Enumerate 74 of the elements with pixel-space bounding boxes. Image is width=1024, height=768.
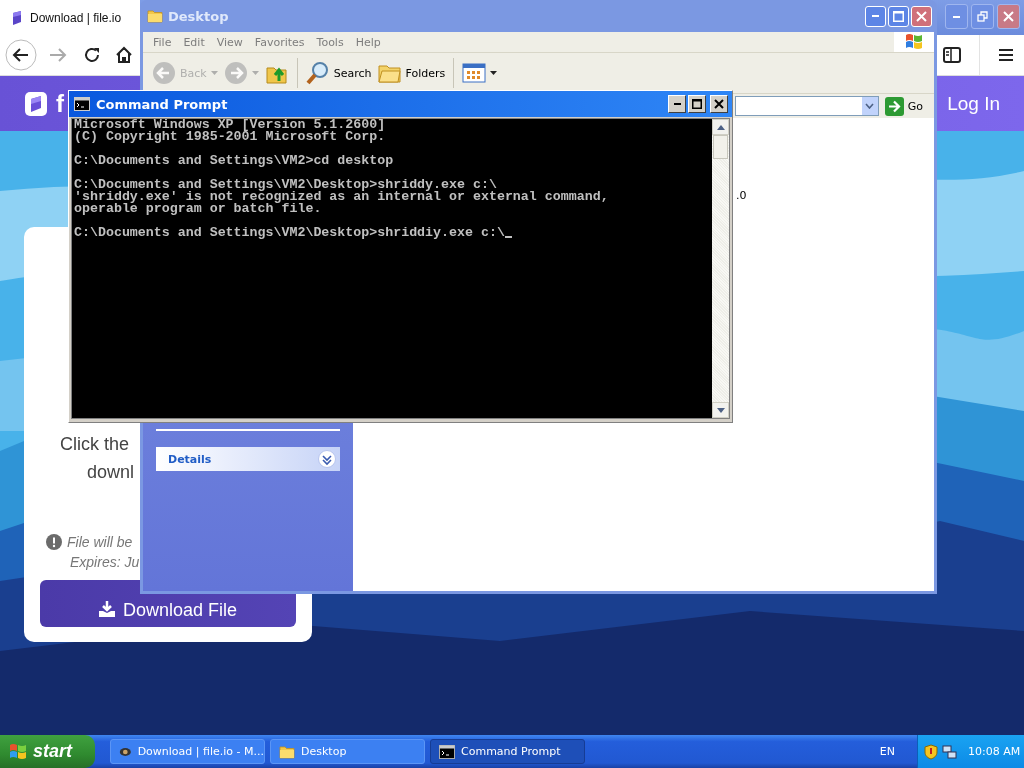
details-header[interactable]: Details: [156, 447, 340, 471]
logo-icon: [25, 91, 47, 116]
address-field[interactable]: [734, 96, 879, 116]
console-line: Microsoft Windows XP [Version 5.1.2600]: [74, 119, 386, 131]
menu-icon[interactable]: [998, 48, 1014, 62]
dropdown-arrow-icon: [210, 71, 218, 75]
search-button[interactable]: Search: [305, 61, 372, 85]
go-button[interactable]: Go: [884, 96, 923, 116]
console-icon: [74, 97, 90, 111]
folder-icon: [279, 744, 295, 759]
maximize-button[interactable]: [688, 95, 706, 113]
menu-item[interactable]: Favorites: [248, 35, 311, 49]
item-label: .0: [736, 189, 747, 202]
close-icon: [714, 99, 724, 109]
start-button[interactable]: start: [0, 735, 95, 768]
maximize-icon: [893, 10, 904, 22]
maximize-icon: [692, 99, 702, 109]
search-icon: [305, 61, 330, 85]
home-button[interactable]: [115, 46, 133, 64]
logo-text: f: [56, 89, 64, 118]
console-icon: [439, 744, 455, 759]
windows-flag-icon: [904, 33, 924, 51]
message-text: downl: [87, 461, 135, 484]
restore-icon: [977, 11, 988, 22]
folder-icon: [147, 9, 163, 23]
folders-icon: [377, 62, 402, 84]
menu-item[interactable]: File: [143, 35, 178, 49]
notice-text: File will be: [67, 533, 133, 552]
views-icon: [462, 63, 487, 83]
scroll-thumb[interactable]: [713, 135, 728, 159]
sidebar-icon[interactable]: [943, 47, 961, 63]
menu-item[interactable]: Help: [349, 35, 387, 49]
taskbar-item[interactable]: Desktop: [270, 739, 425, 764]
scroll-down-icon: [716, 407, 725, 413]
message-text: Click the: [60, 433, 130, 456]
clock: 10:08 AM: [968, 745, 1021, 758]
views-button[interactable]: [462, 63, 498, 83]
scrollbar[interactable]: [712, 119, 729, 418]
console-line: C:\Documents and Settings\VM2\Desktop>shriddiy.exe c:\: [74, 227, 505, 239]
taskbar-item[interactable]: Command Prompt: [430, 739, 585, 764]
reload-button[interactable]: [83, 46, 101, 64]
dropdown-arrow-icon: [490, 71, 498, 75]
notice-text: Expires: Ju: [70, 553, 140, 572]
console-line: (C) Copyright 1985-2001 Microsoft Corp.: [74, 131, 386, 143]
windows-flag-icon: [8, 742, 28, 761]
console-line: operable program or batch file.: [74, 203, 322, 215]
dropdown-arrow-icon: [251, 71, 259, 75]
site-logo-icon: [11, 10, 23, 25]
minimize-icon: [673, 103, 681, 105]
restore-button[interactable]: [971, 4, 994, 29]
network-icon[interactable]: [942, 743, 958, 760]
folders-button[interactable]: Folders: [377, 62, 446, 84]
download-icon: [98, 600, 115, 617]
language-indicator[interactable]: EN: [879, 745, 895, 758]
menu-item[interactable]: View: [210, 35, 249, 49]
login-link[interactable]: Log In: [947, 92, 1000, 115]
close-icon: [1003, 11, 1014, 22]
console-line: C:\Documents and Settings\VM2>cd desktop: [74, 155, 394, 167]
go-arrow-icon: [884, 96, 904, 116]
minimize-icon: [953, 15, 960, 18]
browser-tab[interactable]: Download | file.io: [0, 0, 140, 35]
menu-item[interactable]: Edit: [177, 35, 211, 49]
window-title: Command Prompt: [96, 96, 228, 112]
minimize-icon: [872, 15, 879, 17]
chevron-icon: [318, 450, 336, 468]
menu-item[interactable]: Tools: [310, 35, 350, 49]
taskbar-item[interactable]: Download | file.io - M...: [110, 739, 265, 764]
back-button[interactable]: [5, 39, 37, 71]
shield-icon[interactable]: [924, 743, 938, 760]
console-line: 'shriddy.exe' is not recognized as an internal or external command,: [74, 191, 609, 203]
window-title: Desktop: [168, 8, 229, 24]
close-icon: [916, 10, 927, 22]
console-line: C:\Documents and Settings\VM2\Desktop>shriddy.exe c:\: [74, 179, 497, 191]
info-icon: [46, 534, 62, 550]
